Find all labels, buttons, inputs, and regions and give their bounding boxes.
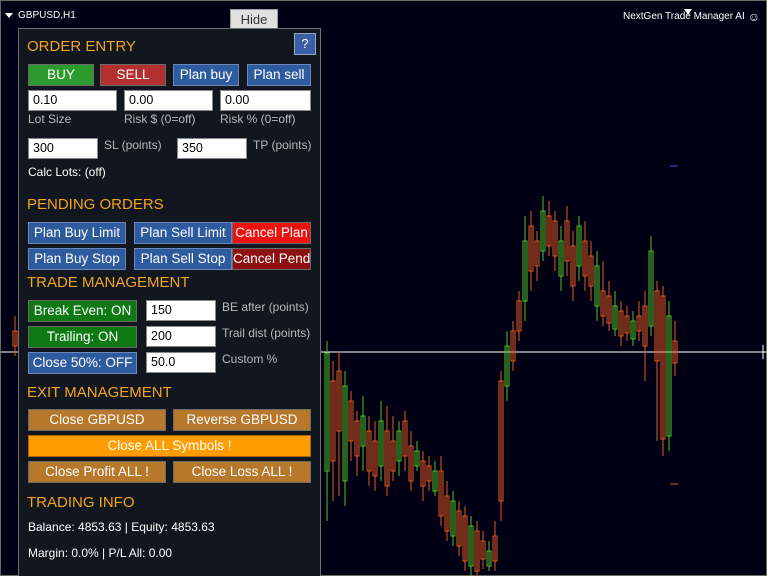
reverse-symbol-button[interactable]: Reverse GBPUSD [173, 409, 311, 431]
margin-pl-text: Margin: 0.0% | P/L All: 0.00 [28, 546, 173, 560]
buy-button[interactable]: BUY [28, 64, 94, 86]
close-loss-all-button[interactable]: Close Loss ALL ! [173, 461, 311, 483]
cancel-pending-button[interactable]: Cancel Pend [232, 248, 311, 270]
symbol-timeframe-label: GBPUSD,H1 [18, 10, 76, 21]
trail-distance-label: Trail dist (points) [222, 326, 311, 340]
plan-buy-stop-button[interactable]: Plan Buy Stop [28, 248, 126, 270]
risk-percent-input[interactable]: 0.00 [220, 90, 311, 111]
pending-orders-heading: PENDING ORDERS [27, 196, 164, 213]
smiley-icon: ☺ [747, 9, 760, 24]
risk-money-input[interactable]: 0.00 [124, 90, 213, 111]
trade-management-heading: TRADE MANAGEMENT [27, 274, 190, 291]
trade-manager-panel: ORDER ENTRY ? BUY SELL Plan buy Plan sel… [18, 28, 321, 576]
hide-panel-button[interactable]: Hide [230, 9, 278, 28]
custom-percent-label: Custom % [222, 352, 278, 366]
plan-buy-limit-button[interactable]: Plan Buy Limit [28, 222, 126, 244]
sell-button[interactable]: SELL [100, 64, 166, 86]
cancel-plan-button[interactable]: Cancel Plan [232, 222, 311, 244]
close-symbol-button[interactable]: Close GBPUSD [28, 409, 166, 431]
risk-money-label: Risk $ (0=off) [124, 112, 196, 126]
trading-info-heading: TRADING INFO [27, 494, 135, 511]
trailing-toggle[interactable]: Trailing: ON [28, 326, 137, 348]
break-even-toggle[interactable]: Break Even: ON [28, 300, 137, 322]
close-profit-all-button[interactable]: Close Profit ALL ! [28, 461, 166, 483]
be-after-input[interactable]: 150 [146, 300, 216, 321]
expert-advisor-label[interactable]: NextGen Trade Manager AI ☺ [623, 9, 760, 24]
tp-input[interactable]: 350 [177, 138, 247, 159]
sl-input[interactable]: 300 [28, 138, 98, 159]
plan-sell-limit-button[interactable]: Plan Sell Limit [134, 222, 232, 244]
be-after-label: BE after (points) [222, 300, 309, 314]
exit-management-heading: EXIT MANAGEMENT [27, 384, 172, 401]
ea-name: NextGen Trade Manager AI [623, 11, 745, 22]
calc-lots-text: Calc Lots: (off) [28, 165, 106, 179]
order-entry-heading: ORDER ENTRY [27, 38, 136, 55]
close-half-toggle[interactable]: Close 50%: OFF [28, 352, 137, 374]
trail-distance-input[interactable]: 200 [146, 326, 216, 347]
tp-label: TP (points) [253, 138, 312, 152]
lot-size-label: Lot Size [28, 112, 72, 126]
lot-size-input[interactable]: 0.10 [28, 90, 117, 111]
close-all-symbols-button[interactable]: Close ALL Symbols ! [28, 435, 311, 457]
chart-title[interactable]: GBPUSD,H1 [5, 10, 76, 21]
help-button[interactable]: ? [294, 33, 316, 55]
plan-sell-button[interactable]: Plan sell [247, 64, 311, 86]
chevron-down-icon[interactable] [5, 13, 13, 18]
sl-label: SL (points) [104, 138, 162, 152]
balance-equity-text: Balance: 4853.63 | Equity: 4853.63 [28, 520, 215, 534]
custom-percent-input[interactable]: 50.0 [146, 352, 216, 373]
plan-sell-stop-button[interactable]: Plan Sell Stop [134, 248, 232, 270]
risk-percent-label: Risk % (0=off) [220, 112, 296, 126]
plan-buy-button[interactable]: Plan buy [173, 64, 239, 86]
